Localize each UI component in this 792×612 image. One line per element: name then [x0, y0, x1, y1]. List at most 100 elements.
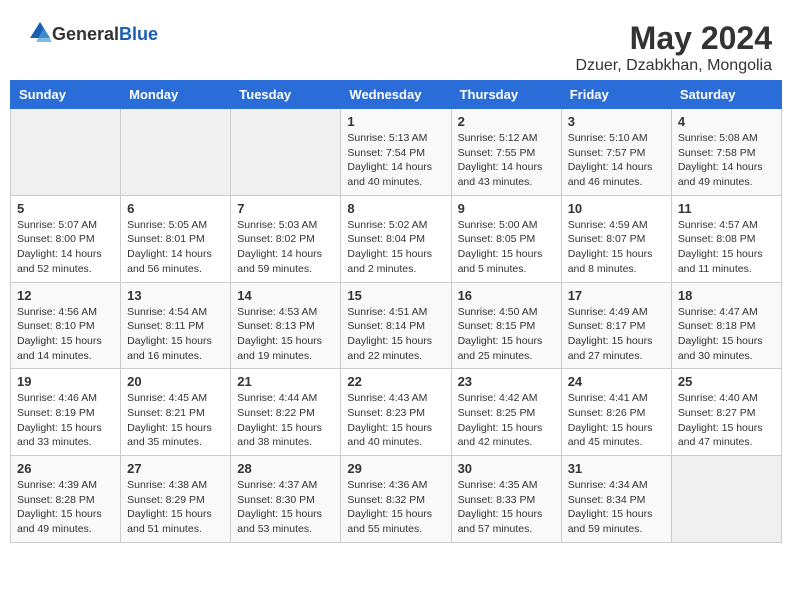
- weekday-header: Wednesday: [341, 81, 451, 109]
- calendar-day-cell: 23Sunrise: 4:42 AM Sunset: 8:25 PM Dayli…: [451, 369, 561, 456]
- calendar-day-cell: 31 Sunrise: 4:34 AM Sunset: 8:34 PM Dayli…: [561, 456, 671, 543]
- calendar-week-row: 26Sunrise: 4:39 AM Sunset: 8:28 PM Dayli…: [11, 456, 782, 543]
- day-number: 4: [678, 114, 775, 129]
- day-number: 19: [17, 374, 114, 389]
- weekday-header: Saturday: [671, 81, 781, 109]
- day-number: 25: [678, 374, 775, 389]
- day-info: Sunrise: 4:56 AM Sunset: 8:10 PM Dayligh…: [17, 305, 114, 364]
- day-info: Sunrise: 5:03 AM Sunset: 8:02 PM Dayligh…: [237, 218, 334, 277]
- calendar-week-row: 19 Sunrise: 4:46 AM Sunset: 8:19 PM Dayli…: [11, 369, 782, 456]
- calendar-day-cell: 3 Sunrise: 5:10 AM Sunset: 7:57 PM Daylig…: [561, 109, 671, 196]
- calendar-day-cell: 27 Sunrise: 4:38 AM Sunset: 8:29 PM Dayli…: [121, 456, 231, 543]
- day-info: Sunrise: 4:54 AM Sunset: 8:11 PM Dayligh…: [127, 305, 224, 364]
- weekday-header: Sunday: [11, 81, 121, 109]
- calendar-table: SundayMondayTuesdayWednesdayThursdayFrid…: [10, 80, 782, 543]
- day-info: Sunrise: 4:49 AM Sunset: 8:17 PM Dayligh…: [568, 305, 665, 364]
- weekday-header: Friday: [561, 81, 671, 109]
- day-info: Sunrise: 5:08 AM Sunset: 7:58 PM Dayligh…: [678, 131, 775, 190]
- calendar-day-cell: 11 Sunrise: 4:57 AM Sunset: 8:08 PM Dayli…: [671, 195, 781, 282]
- day-info: Sunrise: 4:46 AM Sunset: 8:19 PM Dayligh…: [17, 391, 114, 450]
- day-info: Sunrise: 4:37 AM Sunset: 8:30 PM Dayligh…: [237, 478, 334, 537]
- day-number: 26: [17, 461, 114, 476]
- calendar-day-cell: 17 Sunrise: 4:49 AM Sunset: 8:17 PM Dayli…: [561, 282, 671, 369]
- calendar-day-cell: 24 Sunrise: 4:41 AM Sunset: 8:26 PM Dayli…: [561, 369, 671, 456]
- day-info: Sunrise: 5:02 AM Sunset: 8:04 PM Dayligh…: [347, 218, 444, 277]
- day-info: Sunrise: 4:36 AM Sunset: 8:32 PM Dayligh…: [347, 478, 444, 537]
- logo-icon: [20, 20, 52, 48]
- day-info: Sunrise: 5:00 AM Sunset: 8:05 PM Dayligh…: [458, 218, 555, 277]
- day-number: 31: [568, 461, 665, 476]
- day-number: 18: [678, 288, 775, 303]
- calendar-day-cell: 6Sunrise: 5:05 AM Sunset: 8:01 PM Daylig…: [121, 195, 231, 282]
- calendar-title: May 2024: [575, 20, 772, 57]
- day-info: Sunrise: 4:50 AM Sunset: 8:15 PM Dayligh…: [458, 305, 555, 364]
- calendar-subtitle: Dzuer, Dzabkhan, Mongolia: [575, 57, 772, 75]
- day-info: Sunrise: 4:57 AM Sunset: 8:08 PM Dayligh…: [678, 218, 775, 277]
- day-info: Sunrise: 5:13 AM Sunset: 7:54 PM Dayligh…: [347, 131, 444, 190]
- day-number: 16: [458, 288, 555, 303]
- day-number: 27: [127, 461, 224, 476]
- logo-blue: Blue: [119, 24, 158, 44]
- calendar-day-cell: 12 Sunrise: 4:56 AM Sunset: 8:10 PM Dayli…: [11, 282, 121, 369]
- day-number: 12: [17, 288, 114, 303]
- day-info: Sunrise: 4:41 AM Sunset: 8:26 PM Dayligh…: [568, 391, 665, 450]
- calendar-day-cell: 15Sunrise: 4:51 AM Sunset: 8:14 PM Dayli…: [341, 282, 451, 369]
- weekday-header: Tuesday: [231, 81, 341, 109]
- day-info: Sunrise: 4:43 AM Sunset: 8:23 PM Dayligh…: [347, 391, 444, 450]
- calendar-day-cell: [11, 109, 121, 196]
- calendar-day-cell: 19 Sunrise: 4:46 AM Sunset: 8:19 PM Dayli…: [11, 369, 121, 456]
- calendar-week-row: 5Sunrise: 5:07 AM Sunset: 8:00 PM Daylig…: [11, 195, 782, 282]
- day-number: 24: [568, 374, 665, 389]
- day-info: Sunrise: 4:35 AM Sunset: 8:33 PM Dayligh…: [458, 478, 555, 537]
- calendar-day-cell: [231, 109, 341, 196]
- day-number: 11: [678, 201, 775, 216]
- calendar-day-cell: 28 Sunrise: 4:37 AM Sunset: 8:30 PM Dayli…: [231, 456, 341, 543]
- day-info: Sunrise: 4:38 AM Sunset: 8:29 PM Dayligh…: [127, 478, 224, 537]
- day-number: 8: [347, 201, 444, 216]
- day-number: 13: [127, 288, 224, 303]
- day-number: 29: [347, 461, 444, 476]
- calendar-day-cell: 2 Sunrise: 5:12 AM Sunset: 7:55 PM Daylig…: [451, 109, 561, 196]
- day-number: 28: [237, 461, 334, 476]
- day-info: Sunrise: 4:44 AM Sunset: 8:22 PM Dayligh…: [237, 391, 334, 450]
- day-info: Sunrise: 4:45 AM Sunset: 8:21 PM Dayligh…: [127, 391, 224, 450]
- calendar-day-cell: 7Sunrise: 5:03 AM Sunset: 8:02 PM Daylig…: [231, 195, 341, 282]
- day-number: 23: [458, 374, 555, 389]
- calendar-day-cell: 9Sunrise: 5:00 AM Sunset: 8:05 PM Daylig…: [451, 195, 561, 282]
- day-number: 17: [568, 288, 665, 303]
- day-info: Sunrise: 4:47 AM Sunset: 8:18 PM Dayligh…: [678, 305, 775, 364]
- logo: GeneralBlue: [20, 20, 158, 48]
- calendar-day-cell: [671, 456, 781, 543]
- calendar-day-cell: 5Sunrise: 5:07 AM Sunset: 8:00 PM Daylig…: [11, 195, 121, 282]
- title-area: May 2024 Dzuer, Dzabkhan, Mongolia: [575, 20, 772, 75]
- page-header: GeneralBlue May 2024 Dzuer, Dzabkhan, Mo…: [10, 10, 782, 80]
- day-info: Sunrise: 4:34 AM Sunset: 8:34 PM Dayligh…: [568, 478, 665, 537]
- calendar-week-row: 12 Sunrise: 4:56 AM Sunset: 8:10 PM Dayli…: [11, 282, 782, 369]
- calendar-day-cell: 13 Sunrise: 4:54 AM Sunset: 8:11 PM Dayli…: [121, 282, 231, 369]
- day-number: 21: [237, 374, 334, 389]
- calendar-day-cell: 25Sunrise: 4:40 AM Sunset: 8:27 PM Dayli…: [671, 369, 781, 456]
- day-number: 10: [568, 201, 665, 216]
- calendar-day-cell: 22Sunrise: 4:43 AM Sunset: 8:23 PM Dayli…: [341, 369, 451, 456]
- day-info: Sunrise: 5:07 AM Sunset: 8:00 PM Dayligh…: [17, 218, 114, 277]
- day-number: 3: [568, 114, 665, 129]
- day-number: 30: [458, 461, 555, 476]
- weekday-header: Monday: [121, 81, 231, 109]
- day-info: Sunrise: 5:12 AM Sunset: 7:55 PM Dayligh…: [458, 131, 555, 190]
- weekday-header: Thursday: [451, 81, 561, 109]
- day-number: 2: [458, 114, 555, 129]
- logo-general: General: [52, 24, 119, 44]
- calendar-day-cell: 18 Sunrise: 4:47 AM Sunset: 8:18 PM Dayli…: [671, 282, 781, 369]
- calendar-day-cell: 10 Sunrise: 4:59 AM Sunset: 8:07 PM Dayli…: [561, 195, 671, 282]
- weekday-header-row: SundayMondayTuesdayWednesdayThursdayFrid…: [11, 81, 782, 109]
- day-number: 14: [237, 288, 334, 303]
- calendar-day-cell: 26Sunrise: 4:39 AM Sunset: 8:28 PM Dayli…: [11, 456, 121, 543]
- day-number: 6: [127, 201, 224, 216]
- calendar-day-cell: 21 Sunrise: 4:44 AM Sunset: 8:22 PM Dayli…: [231, 369, 341, 456]
- day-info: Sunrise: 5:10 AM Sunset: 7:57 PM Dayligh…: [568, 131, 665, 190]
- calendar-day-cell: 29 Sunrise: 4:36 AM Sunset: 8:32 PM Dayli…: [341, 456, 451, 543]
- day-info: Sunrise: 4:59 AM Sunset: 8:07 PM Dayligh…: [568, 218, 665, 277]
- calendar-day-cell: 4 Sunrise: 5:08 AM Sunset: 7:58 PM Daylig…: [671, 109, 781, 196]
- day-number: 15: [347, 288, 444, 303]
- day-info: Sunrise: 4:53 AM Sunset: 8:13 PM Dayligh…: [237, 305, 334, 364]
